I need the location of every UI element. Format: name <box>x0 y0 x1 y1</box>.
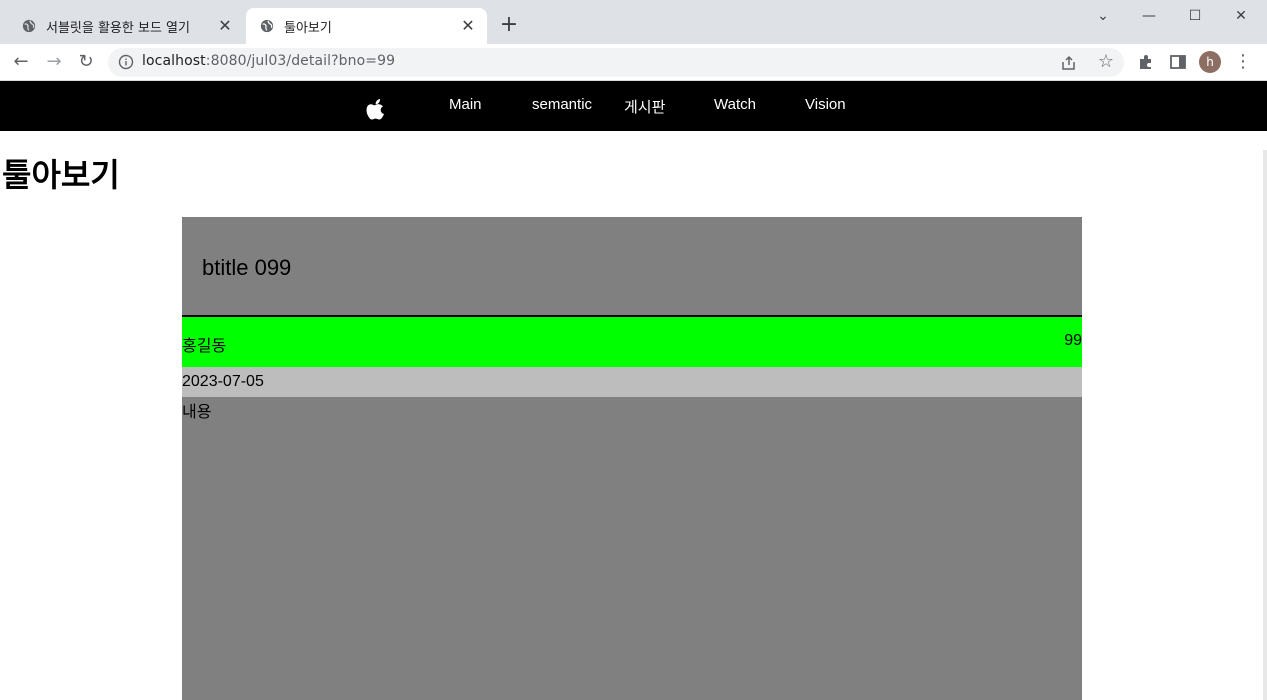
info-icon <box>118 54 134 70</box>
window-close-button[interactable]: ✕ <box>1229 6 1253 26</box>
tab-search-icon[interactable]: ⌄ <box>1091 6 1115 26</box>
post-detail-card: btitle 099 홍길동 99 2023-07-05 내용 <box>182 217 1082 700</box>
tab-title: 툴아보기 <box>284 20 332 36</box>
address-bar[interactable]: localhost:8080/jul03/detail?bno=99 ☆ <box>108 48 1124 77</box>
more-menu-icon[interactable]: ⋮ <box>1234 53 1252 71</box>
reload-icon[interactable]: ↻ <box>74 50 98 74</box>
nav-main[interactable]: Main <box>449 96 482 113</box>
browser-tabstrip: 서블릿을 활용한 보드 열기 ✕ 툴아보기 ✕ + ⌄ — ☐ ✕ <box>0 0 1267 44</box>
nav-semantic[interactable]: semantic <box>532 96 592 113</box>
nav-vision[interactable]: Vision <box>805 96 846 113</box>
apple-logo-icon[interactable] <box>366 95 388 121</box>
close-tab-icon[interactable]: ✕ <box>459 17 477 35</box>
side-panel-icon[interactable] <box>1169 53 1187 71</box>
window-edge <box>1263 150 1267 700</box>
new-tab-button[interactable]: + <box>498 14 520 36</box>
post-number: 99 <box>1064 332 1082 349</box>
site-nav-bar: Main semantic 게시판 Watch Vision <box>0 81 1267 131</box>
post-writer-row: 홍길동 99 <box>182 317 1082 367</box>
browser-toolbar: ← → ↻ localhost:8080/jul03/detail?bno=99… <box>0 44 1267 81</box>
bookmark-star-icon[interactable]: ☆ <box>1098 51 1114 72</box>
close-tab-icon[interactable]: ✕ <box>216 17 234 35</box>
post-date-row: 2023-07-05 <box>182 367 1082 397</box>
tab-title: 서블릿을 활용한 보드 열기 <box>46 20 190 36</box>
globe-icon <box>260 19 274 33</box>
url-text: localhost:8080/jul03/detail?bno=99 <box>142 53 395 69</box>
maximize-button[interactable]: ☐ <box>1183 6 1207 26</box>
url-path: :8080/jul03/detail?bno=99 <box>205 53 396 69</box>
post-date: 2023-07-05 <box>182 373 264 390</box>
tab-active[interactable]: 툴아보기 ✕ <box>246 8 487 44</box>
share-icon[interactable] <box>1060 54 1078 72</box>
post-title: btitle 099 <box>202 255 292 280</box>
back-arrow-icon[interactable]: ← <box>9 50 33 74</box>
nav-watch[interactable]: Watch <box>714 96 756 113</box>
post-content: 내용 <box>182 402 212 421</box>
profile-avatar[interactable]: h <box>1199 51 1221 73</box>
tab-board[interactable]: 서블릿을 활용한 보드 열기 ✕ <box>12 8 244 44</box>
globe-icon <box>22 19 36 33</box>
extensions-puzzle-icon[interactable] <box>1137 53 1155 71</box>
post-writer: 홍길동 <box>182 338 227 355</box>
nav-board[interactable]: 게시판 <box>624 96 665 117</box>
post-title-box: btitle 099 <box>182 217 1082 317</box>
url-host: localhost <box>142 53 206 69</box>
page-title: 툴아보기 <box>2 156 120 194</box>
forward-arrow-icon[interactable]: → <box>42 50 66 74</box>
minimize-button[interactable]: — <box>1137 6 1161 26</box>
